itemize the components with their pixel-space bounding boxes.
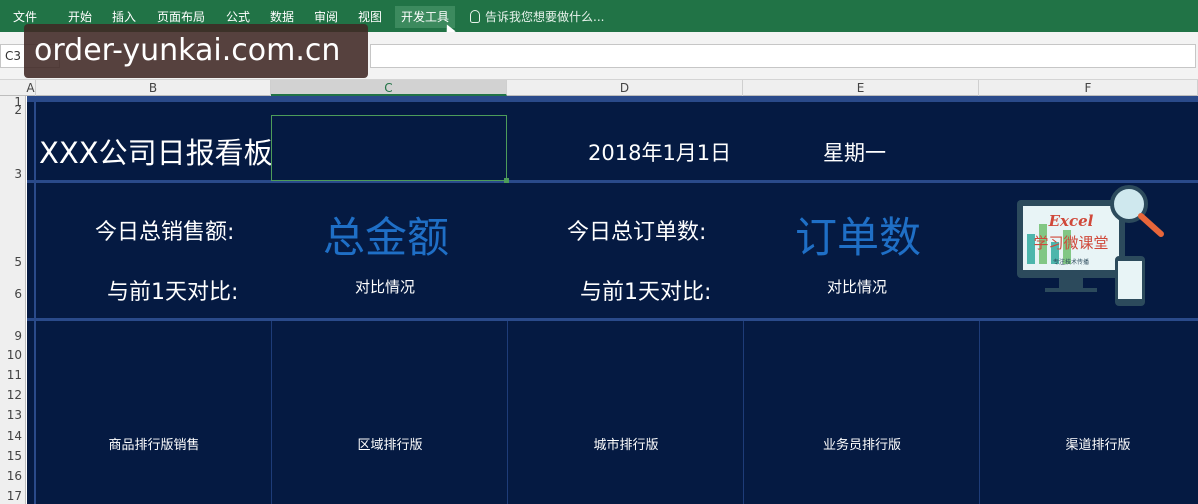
fill-handle[interactable] xyxy=(504,178,509,183)
ranking-channels: 渠道排行版 xyxy=(1065,438,1131,453)
column-header-d[interactable]: D xyxy=(507,80,743,96)
row-header[interactable]: 5 xyxy=(0,254,26,270)
report-date: 2018年1月1日 xyxy=(588,141,732,165)
compare-label-orders: 与前1天对比: xyxy=(580,280,712,305)
report-weekday: 星期一 xyxy=(823,141,886,165)
row-header[interactable]: 15 xyxy=(0,448,26,464)
column-divider xyxy=(743,321,744,504)
tell-me-text: 告诉我您想要做什么... xyxy=(485,10,605,24)
compare-label-sales: 与前1天对比: xyxy=(107,280,239,305)
band-divider xyxy=(27,96,1198,102)
band-divider xyxy=(27,318,1198,321)
logo-title: Excel xyxy=(1048,212,1094,230)
watermark: order-yunkai.com.cn xyxy=(24,24,368,78)
excel-course-logo: Excel 学习微课堂 专注技术传播 xyxy=(1015,184,1165,308)
column-divider xyxy=(979,321,980,504)
logo-subtitle: 学习微课堂 xyxy=(1033,234,1108,252)
sales-label: 今日总销售额: xyxy=(95,220,235,245)
tell-me-search[interactable]: 告诉我您想要做什么... xyxy=(470,6,604,28)
row-header-bar: 1 2 3 5 6 9 10 11 12 13 14 15 16 17 xyxy=(0,95,26,504)
orders-value: 订单数 xyxy=(795,213,922,262)
logo-tagline: 专注技术传播 xyxy=(1053,258,1089,266)
dashboard-area: XXX公司日报看板 2018年1月1日 星期一 今日总销售额: 总金额 今日总订… xyxy=(27,96,1198,504)
ranking-salespeople: 业务员排行版 xyxy=(822,438,901,453)
ranking-products: 商品排行版销售 xyxy=(108,438,200,453)
row-header[interactable]: 9 xyxy=(0,328,26,344)
selected-cell-c3[interactable] xyxy=(271,115,507,181)
column-header-bar: A B C D E F xyxy=(0,80,1198,96)
column-header-f[interactable]: F xyxy=(979,80,1198,96)
row-header[interactable]: 16 xyxy=(0,468,26,484)
column-header-e[interactable]: E xyxy=(743,80,979,96)
column-divider xyxy=(271,321,272,504)
compare-value-orders: 对比情况 xyxy=(827,278,888,296)
column-header-c[interactable]: C xyxy=(271,80,507,96)
sales-value: 总金额 xyxy=(323,213,450,262)
column-header-b[interactable]: B xyxy=(36,80,271,96)
formula-input[interactable] xyxy=(370,44,1196,68)
row-header[interactable]: 2 xyxy=(0,102,26,118)
row-header[interactable]: 14 xyxy=(0,428,26,444)
row-header[interactable]: 12 xyxy=(0,387,26,403)
lightbulb-icon xyxy=(470,10,480,23)
compare-value-sales: 对比情况 xyxy=(355,278,416,296)
dashboard-title: XXX公司日报看板 xyxy=(39,136,273,170)
band-divider xyxy=(27,180,1198,183)
ranking-regions: 区域排行版 xyxy=(357,438,423,453)
row-header[interactable]: 3 xyxy=(0,166,26,182)
row-header[interactable]: 17 xyxy=(0,488,26,504)
row-header[interactable]: 10 xyxy=(0,347,26,363)
orders-label: 今日总订单数: xyxy=(567,220,707,245)
row-header[interactable]: 13 xyxy=(0,407,26,423)
column-header-a[interactable]: A xyxy=(26,80,36,96)
row-header[interactable]: 6 xyxy=(0,286,26,302)
row-header[interactable]: 11 xyxy=(0,367,26,383)
ranking-cities: 城市排行版 xyxy=(593,438,659,453)
column-divider xyxy=(507,321,508,504)
